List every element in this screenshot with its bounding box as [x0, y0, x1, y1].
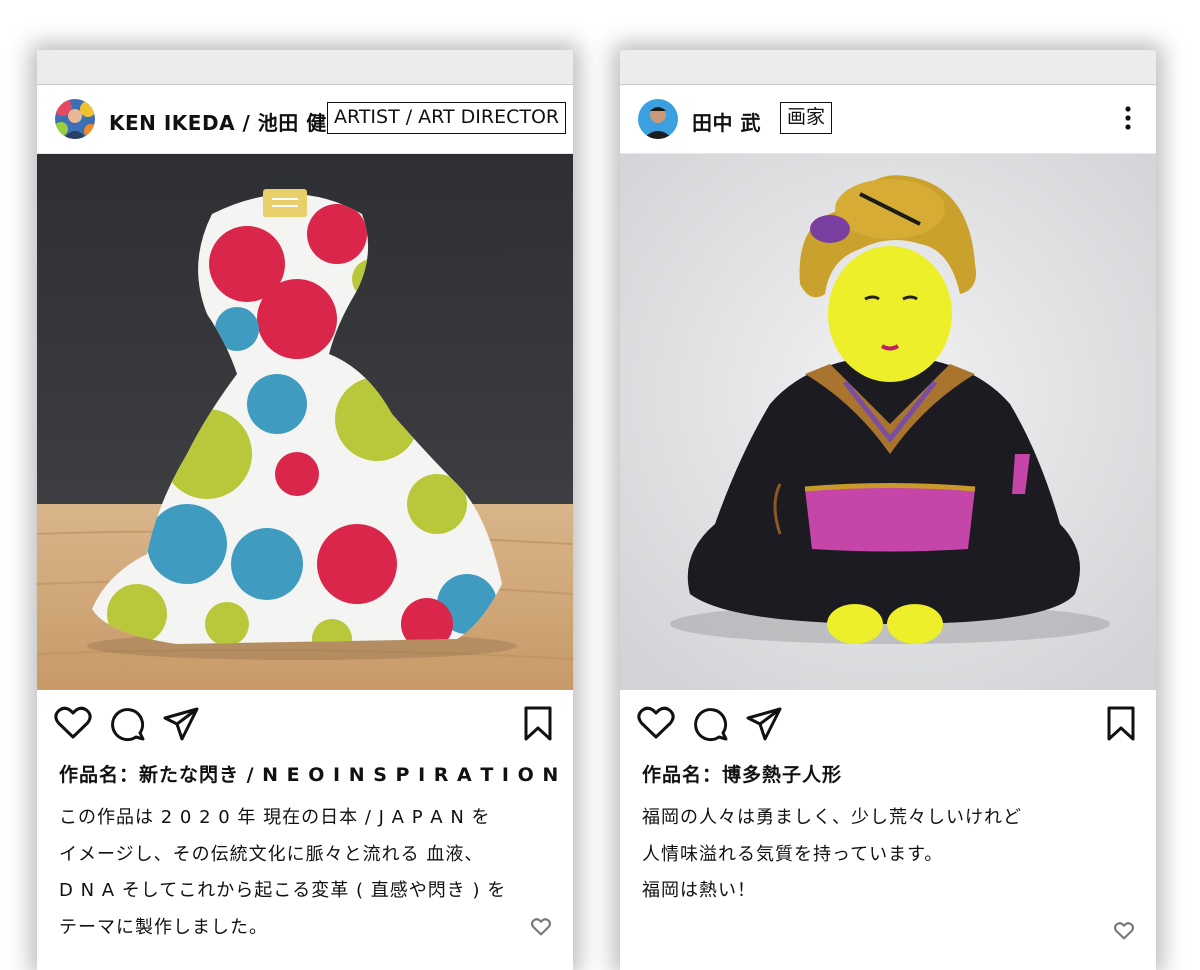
post-card-ken-ikeda: KEN IKEDA / 池田 健 ARTIST / ART DIRECTOR 作…	[37, 50, 573, 970]
caption-line: D N A そしてこれから起こる変革 ( 直感や閃き ) を	[59, 880, 507, 901]
post-caption: この作品は 2 0 2 0 年 現在の日本 / J A P A N を イメージ…	[59, 800, 551, 946]
post-actions-bar	[620, 690, 1156, 760]
caption-line: テーマに製作しました。	[59, 916, 268, 938]
like-heart-icon[interactable]	[54, 706, 92, 740]
post-actions-bar	[37, 690, 573, 760]
app-top-bar	[37, 50, 573, 85]
post-card-tanaka-takeshi: 田中 武 画家 作品名：博多熱子人形 福岡の人々は勇ましく、少し荒々しいけれど …	[620, 50, 1156, 970]
caption-like-heart-icon[interactable]	[1114, 922, 1134, 940]
avatar[interactable]	[55, 99, 95, 139]
username[interactable]: KEN IKEDA / 池田 健	[109, 107, 327, 136]
post-caption: 福岡の人々は勇ましく、少し荒々しいけれど 人情味溢れる気質を持っています。 福岡…	[642, 800, 1134, 910]
post-header: 田中 武 画家	[620, 85, 1156, 154]
comment-icon[interactable]	[693, 706, 729, 742]
share-icon[interactable]	[162, 706, 200, 742]
bookmark-icon[interactable]	[1106, 706, 1136, 742]
comment-icon[interactable]	[110, 706, 146, 742]
caption-like-heart-icon[interactable]	[531, 918, 551, 936]
role-tag: 画家	[780, 102, 833, 134]
app-top-bar	[620, 50, 1156, 85]
username[interactable]: 田中 武	[692, 107, 761, 136]
bookmark-icon[interactable]	[523, 706, 553, 742]
like-heart-icon[interactable]	[637, 706, 675, 740]
caption-line: この作品は 2 0 2 0 年 現在の日本 / J A P A N を	[59, 807, 491, 828]
post-photo[interactable]	[620, 154, 1156, 690]
avatar[interactable]	[638, 99, 678, 139]
post-photo[interactable]	[37, 154, 573, 690]
caption-line: 福岡の人々は勇ましく、少し荒々しいけれど	[642, 807, 1022, 828]
post-header: KEN IKEDA / 池田 健 ARTIST / ART DIRECTOR	[37, 85, 573, 154]
role-tag: ARTIST / ART DIRECTOR	[327, 102, 567, 134]
share-icon[interactable]	[745, 706, 783, 742]
caption-line: 人情味溢れる気質を持っています。	[642, 843, 944, 865]
more-options-icon[interactable]	[1124, 105, 1132, 131]
caption-line: 福岡は熱い！	[642, 880, 756, 901]
artwork-title: 作品名：新たな閃き / N E O I N S P I R A T I O N	[59, 764, 560, 786]
caption-line: イメージし、その伝統文化に脈々と流れる 血液、	[59, 843, 484, 865]
artwork-title: 作品名：博多熱子人形	[642, 764, 843, 786]
